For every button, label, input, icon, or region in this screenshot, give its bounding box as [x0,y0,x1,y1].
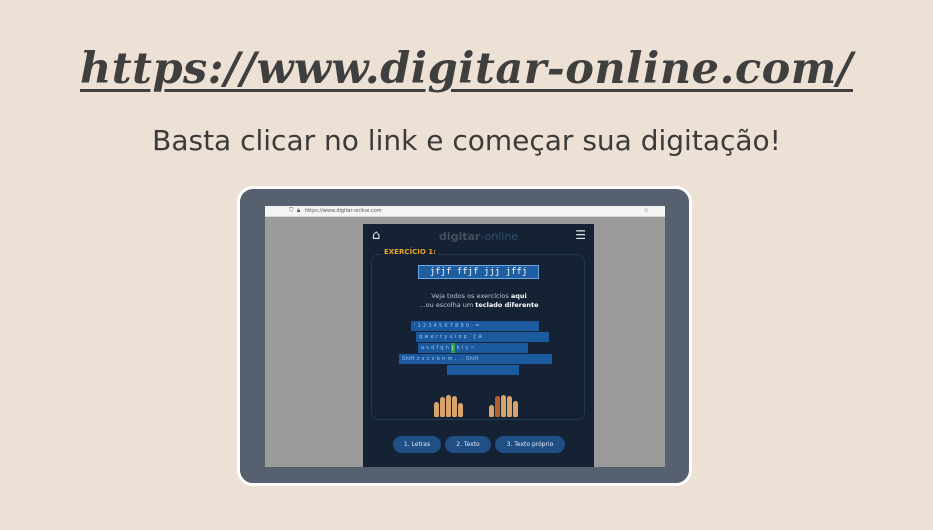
menu-icon[interactable]: ☰ [575,228,586,242]
page-headline[interactable]: https://www.digitar-online.com/ [0,44,933,94]
keyboard-row-bottom: Shift z x c v b n m , . ; Shift [399,354,552,364]
see-all-prefix: Veja todos os exercícios [431,292,509,300]
app-logo: digitar-online [363,230,594,243]
right-finger-2 [501,395,506,417]
browser-address-bar[interactable]: ⛉ 🔒︎ https://www.digitar-online.com ☆ [265,206,665,217]
right-finger-3 [507,396,512,417]
hands-illustration [434,393,524,417]
keyboard-row-top: q w e r t y u i o p ´ [ ⊕ [416,332,549,342]
left-finger-2 [440,397,445,417]
keyboard-row-home-right: k l ç ~ [456,345,475,351]
right-thumb [489,405,494,417]
right-finger-4 [513,401,518,417]
logo-main: digitar [438,230,481,243]
exercise-panel: EXERCÍCIO 1: jfjf ffjf jjj jffj Veja tod… [371,248,586,420]
keyboard-row-home-left: a s d f g h [421,345,450,351]
logo-accent: -online [480,230,519,243]
left-finger-3 [446,395,451,417]
right-finger-1 [495,396,500,417]
key-j-highlight: j [451,343,455,353]
keyboard-spacebar [447,365,519,375]
text-button[interactable]: 2. Texto [445,436,491,453]
browser-url[interactable]: https://www.digitar-online.com [305,208,382,214]
left-thumb [458,403,463,417]
shield-icon: ⛉ [289,207,294,214]
star-icon[interactable]: ☆ [644,207,649,214]
see-all-link[interactable]: aqui [511,292,527,300]
left-finger-4 [452,396,457,417]
lock-icon: 🔒︎ [297,207,301,214]
keyboard-row-numbers: ' 1 2 3 4 5 6 7 8 9 0 - = [411,321,539,331]
choose-keyboard-line: ...ou escolha um teclado diferente [372,301,586,309]
see-all-line: Veja todos os exercícios aqui [372,292,586,300]
app-window: ⌂ digitar-online ☰ EXERCÍCIO 1: jfjf ffj… [363,224,594,467]
choose-prefix: ...ou escolha um [419,301,474,309]
page-subtitle: Basta clicar no link e começar sua digit… [152,124,781,157]
left-finger-1 [434,402,439,417]
keyboard-row-home: a s d f g h j k l ç ~ [418,343,528,353]
screenshot-screen: ⛉ 🔒︎ https://www.digitar-online.com ☆ ⌂ … [265,206,665,467]
exercise-text: jfjf ffjf jjj jffj [418,265,539,279]
own-text-button[interactable]: 3. Texto próprio [495,436,565,453]
choose-keyboard-link[interactable]: teclado diferente [475,301,538,309]
exercise-title: EXERCÍCIO 1: [382,248,438,256]
virtual-keyboard: ' 1 2 3 4 5 6 7 8 9 0 - = q w e r t y u … [399,321,552,383]
letters-button[interactable]: 1. Letras [393,436,441,453]
